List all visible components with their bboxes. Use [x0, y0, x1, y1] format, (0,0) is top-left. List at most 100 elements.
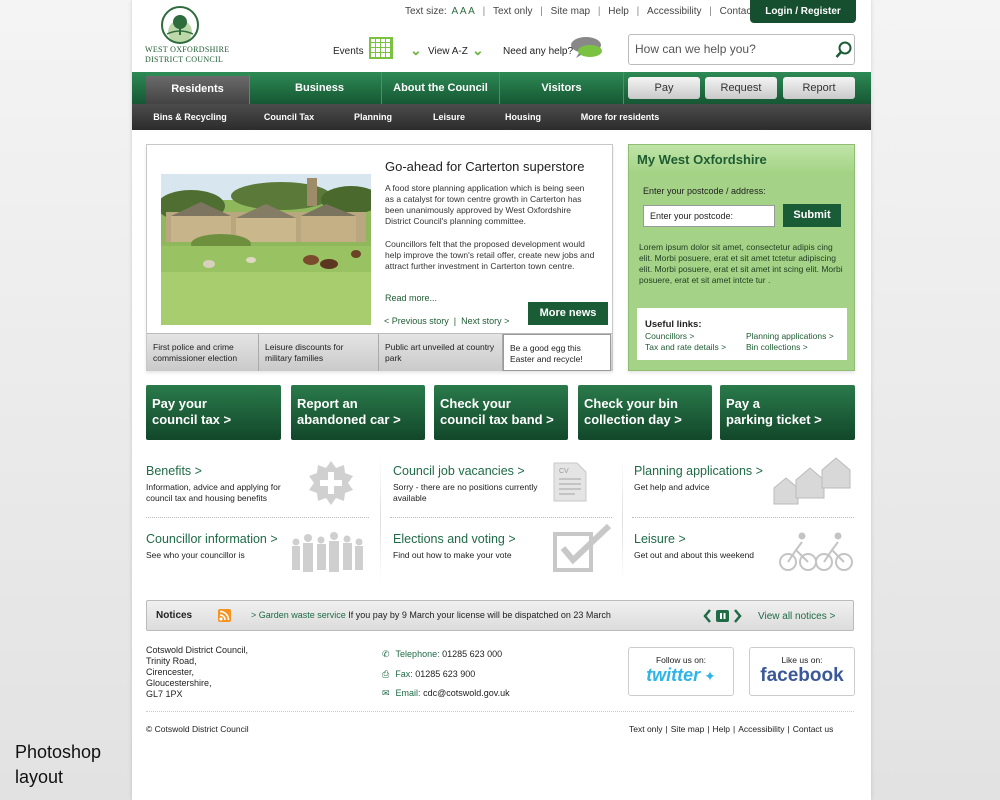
service-title[interactable]: Benefits >	[146, 464, 202, 478]
contact-label: Email:	[395, 688, 421, 698]
planning-applications-item[interactable]: Planning applications > Get help and adv…	[634, 457, 869, 524]
report-button[interactable]: Report	[783, 77, 855, 99]
facebook-box[interactable]: Like us on: facebook	[749, 647, 855, 696]
cyclists-icon	[778, 528, 854, 579]
search-input[interactable]	[635, 42, 825, 56]
footer-help-link[interactable]: Help	[713, 724, 730, 734]
councillor-information-item[interactable]: Councillor information > See who your co…	[146, 532, 381, 592]
subnav-bins-recycling[interactable]: Bins & Recycling	[146, 104, 234, 130]
leisure-item[interactable]: Leisure > Get out and about this weekend	[634, 532, 869, 592]
contact-value[interactable]: 01285 623 000	[440, 649, 502, 659]
previous-story-link[interactable]: < Previous story	[384, 316, 449, 326]
service-title[interactable]: Elections and voting >	[393, 532, 516, 546]
tax-rate-details-link[interactable]: Tax and rate details >	[645, 342, 726, 352]
councillors-link[interactable]: Councillors >	[645, 331, 694, 341]
footer-site-map-link[interactable]: Site map	[671, 724, 705, 734]
read-more-link[interactable]: Read more...	[385, 293, 437, 303]
tile-line: Pay a	[726, 396, 760, 411]
nav-about-the-council[interactable]: About the Council	[382, 72, 500, 104]
subnav-more-for-residents[interactable]: More for residents	[572, 104, 668, 130]
page: WEST OXFORDSHIRE DISTRICT COUNCIL Text si…	[132, 0, 871, 800]
view-all-notices-link[interactable]: View all notices >	[758, 611, 835, 622]
divider	[380, 458, 381, 582]
search-box	[628, 34, 855, 65]
feature-title[interactable]: Go-ahead for Carterton superstore	[385, 159, 584, 174]
chevron-down-icon: ⌄	[472, 42, 484, 58]
council-job-vacancies-item[interactable]: Council job vacancies > Sorry - there ar…	[393, 462, 628, 524]
next-story-link[interactable]: Next story >	[461, 316, 509, 326]
pay-council-tax-tile[interactable]: Pay your council tax >	[146, 385, 281, 440]
tile-line: Report an	[297, 396, 358, 411]
contact-value[interactable]: cdc@cotswold.gov.uk	[421, 688, 510, 698]
email-icon: ✉	[382, 688, 390, 698]
tile-line: council tax >	[152, 412, 232, 427]
service-title[interactable]: Council job vacancies >	[393, 464, 525, 478]
story-tab[interactable]: First police and crime commissioner elec…	[147, 334, 259, 371]
service-title[interactable]: Leisure >	[634, 532, 686, 546]
divider	[146, 517, 369, 518]
useful-links-box: Useful links: Councillors > Tax and rate…	[637, 308, 847, 360]
subnav-leisure[interactable]: Leisure	[414, 104, 484, 130]
my-west-oxfordshire-panel: My West Oxfordshire Enter your postcode …	[628, 144, 855, 371]
bin-collections-link[interactable]: Bin collections >	[746, 342, 808, 352]
contact-value[interactable]: 01285 623 900	[413, 669, 475, 679]
pay-button[interactable]: Pay	[628, 77, 700, 99]
subnav-council-tax[interactable]: Council Tax	[250, 104, 328, 130]
view-a-z-link[interactable]: View A-Z	[428, 46, 468, 57]
site-map-link[interactable]: Site map	[551, 6, 590, 17]
footer-accessibility-link[interactable]: Accessibility	[738, 724, 784, 734]
tile-line: abandoned car >	[297, 412, 401, 427]
twitter-box[interactable]: Follow us on: twitter ✦	[628, 647, 734, 696]
search-icon[interactable]	[835, 41, 853, 59]
nav-business[interactable]: Business	[258, 72, 382, 104]
pay-parking-ticket-tile[interactable]: Pay a parking ticket >	[720, 385, 855, 440]
benefits-item[interactable]: Benefits > Information, advice and apply…	[146, 461, 381, 524]
text-only-link[interactable]: Text only	[493, 6, 532, 17]
text-size-options[interactable]: A A A	[451, 6, 474, 17]
phone-icon: ✆	[382, 649, 390, 659]
check-bin-collection-tile[interactable]: Check your bin collection day >	[578, 385, 712, 440]
service-title[interactable]: Councillor information >	[146, 532, 278, 546]
elections-voting-item[interactable]: Elections and voting > Find out how to m…	[393, 523, 628, 592]
footer-links: Text only | Site map | Help | Accessibility | Co…	[629, 724, 834, 734]
nav-visitors[interactable]: Visitors	[500, 72, 624, 104]
notice-message: If you pay by 9 March your license will …	[345, 610, 611, 620]
fax-line: ⎙ Fax: 01285 623 900	[382, 669, 475, 680]
tile-line: Check your bin	[584, 396, 678, 411]
service-title[interactable]: Planning applications >	[634, 464, 763, 478]
twitter-logo: twitter	[646, 665, 701, 685]
divider	[390, 517, 612, 518]
story-tab-active[interactable]: Be a good egg this Easter and recycle!	[503, 334, 611, 371]
story-tab[interactable]: Leisure discounts for military families	[259, 334, 379, 371]
help-link[interactable]: Help	[608, 6, 629, 17]
speech-bubble-icon[interactable]	[566, 34, 608, 62]
subnav-housing[interactable]: Housing	[488, 104, 558, 130]
garden-waste-link[interactable]: > Garden waste service	[251, 610, 346, 620]
contact-label: Fax:	[395, 669, 413, 679]
service-description: Sorry - there are no positions currently…	[393, 482, 538, 503]
story-tab[interactable]: Public art unveiled at country park	[379, 334, 503, 371]
request-button[interactable]: Request	[705, 77, 777, 99]
events-link[interactable]: Events	[333, 46, 364, 57]
footer-contact-link[interactable]: Contact us	[793, 724, 834, 734]
planning-applications-link[interactable]: Planning applications >	[746, 331, 834, 341]
calendar-icon[interactable]	[369, 37, 393, 59]
rss-icon[interactable]	[218, 609, 231, 622]
nav-residents[interactable]: Residents	[146, 72, 250, 104]
accessibility-link[interactable]: Accessibility	[647, 6, 701, 17]
report-abandoned-car-tile[interactable]: Report an abandoned car >	[291, 385, 425, 440]
service-description: Get out and about this weekend	[634, 550, 755, 560]
need-help-link[interactable]: Need any help?	[503, 46, 573, 57]
submit-button[interactable]: Submit	[783, 204, 841, 227]
next-notice-icon	[734, 609, 742, 623]
postcode-label: Enter your postcode / address:	[643, 186, 766, 196]
more-news-button[interactable]: More news	[528, 302, 608, 325]
subnav-planning[interactable]: Planning	[338, 104, 408, 130]
divider	[146, 711, 854, 712]
login-register-button[interactable]: Login / Register	[750, 0, 856, 23]
council-logo[interactable]: WEST OXFORDSHIRE DISTRICT COUNCIL	[145, 6, 229, 66]
checkbox-tick-icon	[553, 523, 613, 579]
footer-text-only-link[interactable]: Text only	[629, 724, 663, 734]
postcode-input[interactable]	[643, 205, 775, 227]
check-council-tax-band-tile[interactable]: Check your council tax band >	[434, 385, 568, 440]
